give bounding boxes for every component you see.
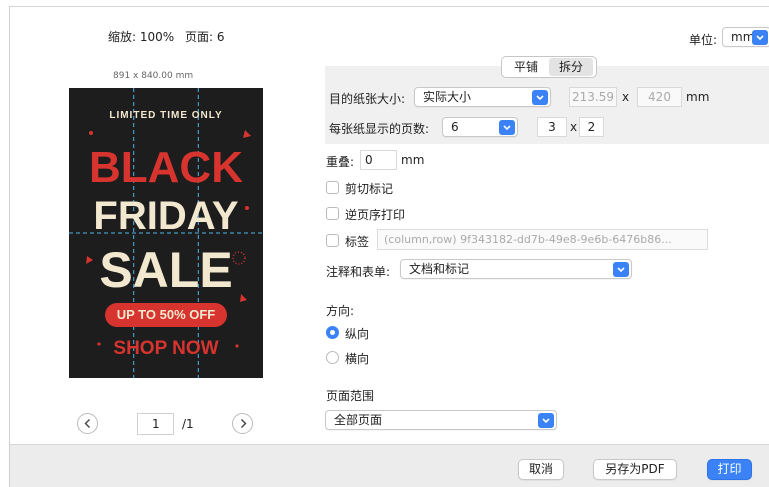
portrait-label: 纵向 (345, 327, 370, 341)
page-number-input[interactable]: 1 (137, 413, 174, 435)
grid-times-label: x (570, 120, 578, 134)
labels-input[interactable]: (column,row) 9f343182-dd7b-49e8-9e6b-647… (377, 229, 708, 250)
reverse-order-checkbox[interactable] (326, 207, 339, 220)
annotations-select[interactable]: 文档和标记 (400, 259, 632, 279)
crop-marks-label: 剪切标记 (345, 182, 394, 196)
poster-top-arc: LIMITED TIME ONLY (109, 110, 223, 121)
save-as-pdf-button[interactable]: 另存为PDF (593, 459, 677, 480)
reverse-order-label: 逆页序打印 (345, 208, 406, 222)
zoom-label: 缩放: 100% (108, 30, 175, 44)
prev-page-button[interactable] (77, 413, 98, 434)
crop-marks-checkbox[interactable] (326, 181, 339, 194)
labels-checkbox[interactable] (326, 234, 339, 247)
annotations-label: 注释和表单: (326, 265, 391, 279)
page-range-label: 页面范围 (326, 389, 375, 403)
confetti-dot (89, 131, 93, 135)
overlap-label: 重叠: (326, 155, 355, 169)
confetti-shape (243, 130, 251, 138)
poster-cta: SHOP NOW (113, 338, 219, 359)
poster-line-black: BLACK (89, 143, 243, 192)
overlap-unit-label: mm (401, 153, 425, 167)
paper-size-value: 实际大小 (423, 90, 472, 104)
page-range-value: 全部页面 (334, 413, 383, 427)
paper-size-select[interactable]: 实际大小 (414, 87, 551, 107)
tab-tile[interactable]: 平铺 (505, 58, 547, 76)
pages-per-sheet-value: 6 (451, 120, 459, 134)
labels-label: 标签 (345, 235, 370, 249)
columns-input[interactable]: 3 (537, 117, 567, 137)
annotations-value: 文档和标记 (409, 262, 470, 276)
radio-selected-icon (330, 330, 335, 335)
poster-line-friday: FRIDAY (93, 194, 239, 238)
poster-line-sale: SALE (99, 242, 233, 298)
tab-split[interactable]: 拆分 (549, 58, 593, 76)
paper-times-label: x (622, 90, 630, 104)
page-range-select[interactable]: 全部页面 (325, 410, 557, 430)
next-page-button[interactable] (232, 413, 253, 434)
unit-value: mm (731, 30, 755, 44)
paper-height-input[interactable]: 420 (637, 87, 682, 107)
paper-width-input[interactable]: 213.59 (569, 87, 617, 107)
orientation-label: 方向: (326, 304, 355, 318)
unit-select[interactable]: mm (722, 27, 769, 47)
paper-unit-label: mm (686, 90, 710, 104)
cancel-button[interactable]: 取消 (518, 459, 564, 480)
poster-preview: LIMITED TIME ONLY BLACK FRIDAY SALE UP T… (69, 88, 263, 378)
landscape-radio[interactable] (326, 351, 339, 364)
overlap-input[interactable]: 0 (360, 150, 397, 170)
poster-badge-text: UP TO 50% OFF (116, 307, 216, 322)
page-count-label: 页面: 6 (185, 30, 225, 44)
chevron-down-icon (532, 90, 548, 105)
unit-label: 单位: (689, 33, 718, 47)
chevron-left-icon (84, 419, 90, 428)
chevron-down-icon (613, 262, 629, 277)
chevron-right-icon (241, 419, 247, 428)
landscape-label: 横向 (345, 352, 370, 366)
rows-input[interactable]: 2 (579, 117, 604, 137)
paper-size-label: 目的纸张大小: (329, 92, 406, 106)
portrait-radio[interactable] (326, 326, 339, 339)
pages-per-sheet-label: 每张纸显示的页数: (329, 122, 430, 136)
paper-size-label: 891 x 840.00 mm (113, 71, 194, 81)
page-total-label: /1 (182, 417, 194, 431)
chevron-down-icon (752, 30, 768, 45)
pages-per-sheet-select[interactable]: 6 (442, 117, 518, 137)
chevron-down-icon (538, 413, 554, 428)
print-button[interactable]: 打印 (707, 459, 752, 480)
chevron-down-icon (499, 120, 515, 135)
